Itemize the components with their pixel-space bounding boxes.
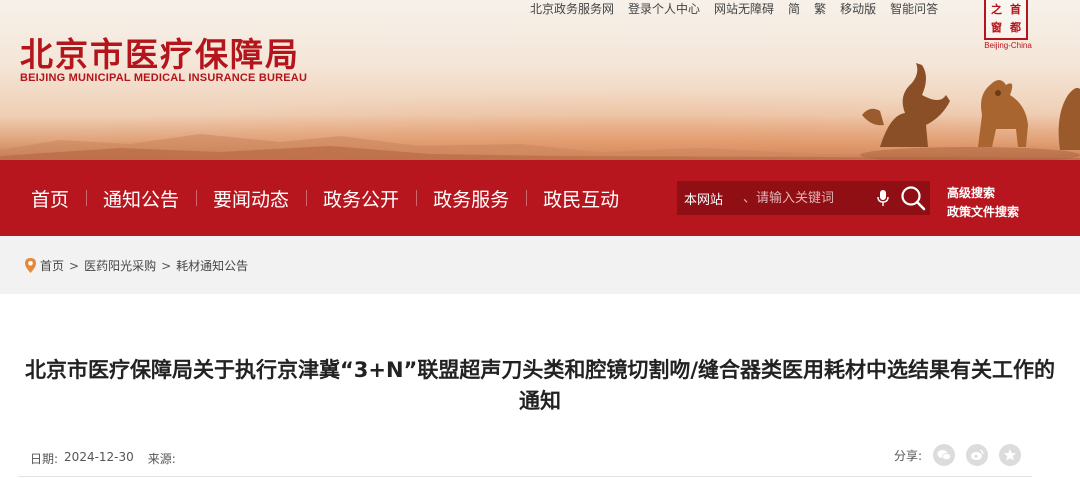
breadcrumb-separator: > [161, 258, 172, 273]
seal-caption: Beijing-China [984, 41, 1032, 50]
location-pin-icon [25, 258, 36, 273]
breadcrumb-bar: 首页 > 医药阳光采购 > 耗材通知公告 [0, 236, 1080, 294]
policy-search-link[interactable]: 政策文件搜索 [947, 203, 1019, 222]
nav-item-gov-affairs[interactable]: 政务公开 [306, 185, 416, 212]
breadcrumb-procurement[interactable]: 医药阳光采购 [84, 257, 156, 274]
seal-box: 首 都 之 窗 [984, 0, 1028, 40]
top-link-login[interactable]: 登录个人中心 [628, 0, 700, 17]
breadcrumb-home[interactable]: 首页 [40, 257, 64, 274]
breadcrumb-consumables-notices[interactable]: 耗材通知公告 [176, 257, 248, 274]
nav-item-gov-services[interactable]: 政务服务 [416, 185, 526, 212]
microphone-icon[interactable] [877, 189, 889, 207]
share-bar: 分享: [894, 444, 1022, 466]
search-input[interactable] [743, 190, 865, 206]
article: 北京市医疗保障局关于执行京津冀“3+N”联盟超声刀头类和腔镜切割吻/缝合器类医用… [0, 294, 1080, 478]
header-banner: 北京市医疗保障局 BEIJING MUNICIPAL MEDICAL INSUR… [0, 0, 1080, 160]
nav-item-home[interactable]: 首页 [14, 185, 86, 212]
search-box: 本网站 [677, 181, 930, 215]
nav-item-news[interactable]: 要闻动态 [196, 185, 306, 212]
top-link-traditional[interactable]: 繁 [814, 0, 826, 17]
bronze-statues-image [860, 63, 1080, 160]
advanced-search-links: 高级搜索 政策文件搜索 [947, 184, 1019, 222]
top-link-gov-service[interactable]: 北京政务服务网 [530, 0, 614, 17]
top-link-mobile[interactable]: 移动版 [840, 0, 876, 17]
logo-subtitle: BEIJING MUNICIPAL MEDICAL INSURANCE BURE… [20, 72, 308, 84]
seal-char: 首 [1010, 3, 1021, 16]
advanced-search-link[interactable]: 高级搜索 [947, 184, 1019, 203]
search-icon[interactable] [899, 184, 927, 212]
seal-char: 之 [991, 3, 1002, 16]
seal-char: 窗 [991, 21, 1002, 34]
date-value: 2024-12-30 [64, 450, 134, 464]
star-icon[interactable] [999, 444, 1022, 466]
nav-items: 首页 通知公告 要闻动态 政务公开 政务服务 政民互动 [14, 160, 636, 236]
main-nav: 首页 通知公告 要闻动态 政务公开 政务服务 政民互动 本网站 高级搜索 政策文… [0, 160, 1080, 236]
top-link-smart-qa[interactable]: 智能问答 [890, 0, 938, 17]
meta-divider [18, 476, 1032, 477]
share-label: 分享: [894, 448, 923, 463]
breadcrumb-separator: > [69, 258, 80, 273]
weibo-icon[interactable] [966, 444, 989, 466]
capital-window-seal[interactable]: 首 都 之 窗 Beijing-China [984, 0, 1032, 52]
search-scope[interactable]: 本网站 [677, 189, 743, 208]
top-link-simplified[interactable]: 简 [788, 0, 800, 17]
top-link-accessibility[interactable]: 网站无障碍 [714, 0, 774, 17]
top-links: 北京政务服务网 登录个人中心 网站无障碍 简 繁 移动版 智能问答 [530, 0, 952, 17]
article-title: 北京市医疗保障局关于执行京津冀“3+N”联盟超声刀头类和腔镜切割吻/缝合器类医用… [24, 358, 1056, 413]
source-label: 来源: [147, 452, 176, 466]
seal-char: 都 [1010, 21, 1021, 34]
logo-title[interactable]: 北京市医疗保障局 [20, 28, 300, 76]
article-meta: 日期: 2024-12-30 来源: [30, 450, 196, 467]
wechat-icon[interactable] [933, 444, 956, 466]
breadcrumb: 首页 > 医药阳光采购 > 耗材通知公告 [24, 257, 248, 274]
date-label: 日期: [30, 452, 59, 466]
nav-item-interaction[interactable]: 政民互动 [526, 185, 636, 212]
nav-item-notices[interactable]: 通知公告 [86, 185, 196, 212]
